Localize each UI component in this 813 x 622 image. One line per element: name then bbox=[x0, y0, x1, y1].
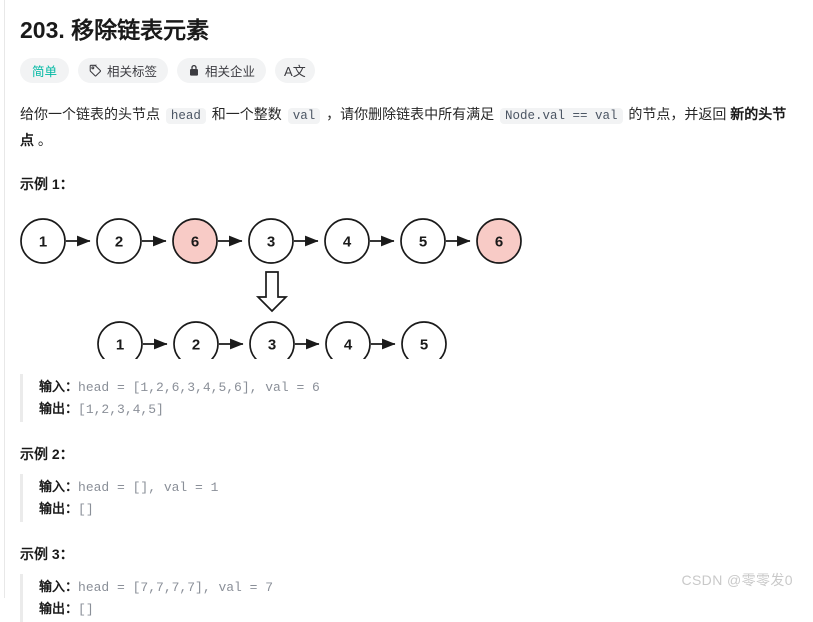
related-tags-label: 相关标签 bbox=[107, 65, 158, 79]
font-toggle-icon: A文 bbox=[284, 64, 306, 79]
example-3-input-label: 输入： bbox=[39, 579, 79, 594]
difficulty-badge[interactable]: 简单 bbox=[20, 58, 70, 83]
desc-text-2: 和一个整数 bbox=[207, 106, 286, 122]
after-node-label: 5 bbox=[420, 337, 428, 354]
example-2-output-label: 输出： bbox=[39, 501, 79, 516]
difficulty-badge-label: 简单 bbox=[32, 65, 58, 79]
problem-description: 给你一个链表的头节点 head 和一个整数 val ，请你删除链表中所有满足 N… bbox=[20, 102, 793, 152]
page-left-rule bbox=[4, 0, 5, 598]
before-node-label: 1 bbox=[39, 234, 47, 251]
before-node-label: 2 bbox=[115, 234, 123, 251]
example-1-io: 输入：head = [1,2,6,3,4,5,6], val = 6 输出：[1… bbox=[20, 374, 793, 422]
after-node-label: 1 bbox=[116, 337, 124, 354]
example-2-io: 输入：head = [], val = 1 输出：[] bbox=[20, 474, 793, 522]
linked-list-svg: 1 2 6 3 4 5 6 1 2 3 4 5 bbox=[20, 218, 522, 367]
lock-icon bbox=[188, 64, 200, 77]
example-3-heading: 示例 3： bbox=[20, 546, 74, 562]
related-companies-label: 相关企业 bbox=[205, 65, 256, 79]
linked-list-diagram: 1 2 6 3 4 5 6 1 2 3 4 5 bbox=[20, 204, 793, 367]
before-node-label: 6 bbox=[495, 234, 503, 251]
problem-content: 203. 移除链表元素 简单 相关标签 相关企业 A文 给你一个链表的头节点 h… bbox=[20, 0, 793, 622]
example-3-output-label: 输出： bbox=[39, 601, 79, 616]
problem-meta-badges: 简单 相关标签 相关企业 A文 bbox=[20, 58, 793, 83]
before-node-label: 3 bbox=[267, 234, 275, 251]
example-2-input-label: 输入： bbox=[39, 479, 79, 494]
watermark: CSDN @零零发0 bbox=[681, 572, 793, 588]
desc-text-1: 给你一个链表的头节点 bbox=[20, 106, 164, 122]
example-1-output-label: 输出： bbox=[39, 401, 79, 416]
related-tags-button[interactable]: 相关标签 bbox=[78, 58, 169, 83]
before-node-label: 4 bbox=[343, 234, 352, 251]
example-3-io: 输入：head = [7,7,7,7], val = 7 输出：[] bbox=[20, 574, 793, 622]
desc-text-3: ，请你删除链表中所有满足 bbox=[322, 106, 498, 122]
example-1-input-value: head = [1,2,6,3,4,5,6], val = 6 bbox=[78, 380, 320, 395]
example-2-output-value: [] bbox=[78, 502, 94, 517]
after-node-label: 2 bbox=[192, 337, 200, 354]
desc-text-4: 的节点，并返回 bbox=[624, 106, 731, 122]
example-3-output-value: [] bbox=[78, 602, 94, 617]
example-2-heading: 示例 2： bbox=[20, 446, 74, 462]
page-title: 203. 移除链表元素 bbox=[20, 17, 210, 43]
related-companies-button[interactable]: 相关企业 bbox=[177, 58, 267, 83]
before-node-label: 5 bbox=[419, 234, 427, 251]
inline-code-condition: Node.val == val bbox=[499, 108, 623, 124]
before-node-label: 6 bbox=[191, 234, 199, 251]
after-node-label: 3 bbox=[268, 337, 276, 354]
font-toggle-button[interactable]: A文 bbox=[275, 58, 315, 83]
example-1-output-value: [1,2,3,4,5] bbox=[78, 402, 164, 417]
example-3-input-value: head = [7,7,7,7], val = 7 bbox=[78, 580, 274, 595]
example-2-input-value: head = [], val = 1 bbox=[78, 480, 219, 495]
inline-code-val: val bbox=[287, 108, 321, 124]
desc-text-5: 。 bbox=[34, 132, 52, 148]
example-1-heading: 示例 1： bbox=[20, 176, 74, 192]
inline-code-head: head bbox=[165, 108, 206, 124]
example-1-input-label: 输入： bbox=[39, 379, 79, 394]
after-node-label: 4 bbox=[344, 337, 353, 354]
transform-down-arrow-icon bbox=[255, 271, 289, 313]
tag-icon bbox=[89, 64, 102, 77]
